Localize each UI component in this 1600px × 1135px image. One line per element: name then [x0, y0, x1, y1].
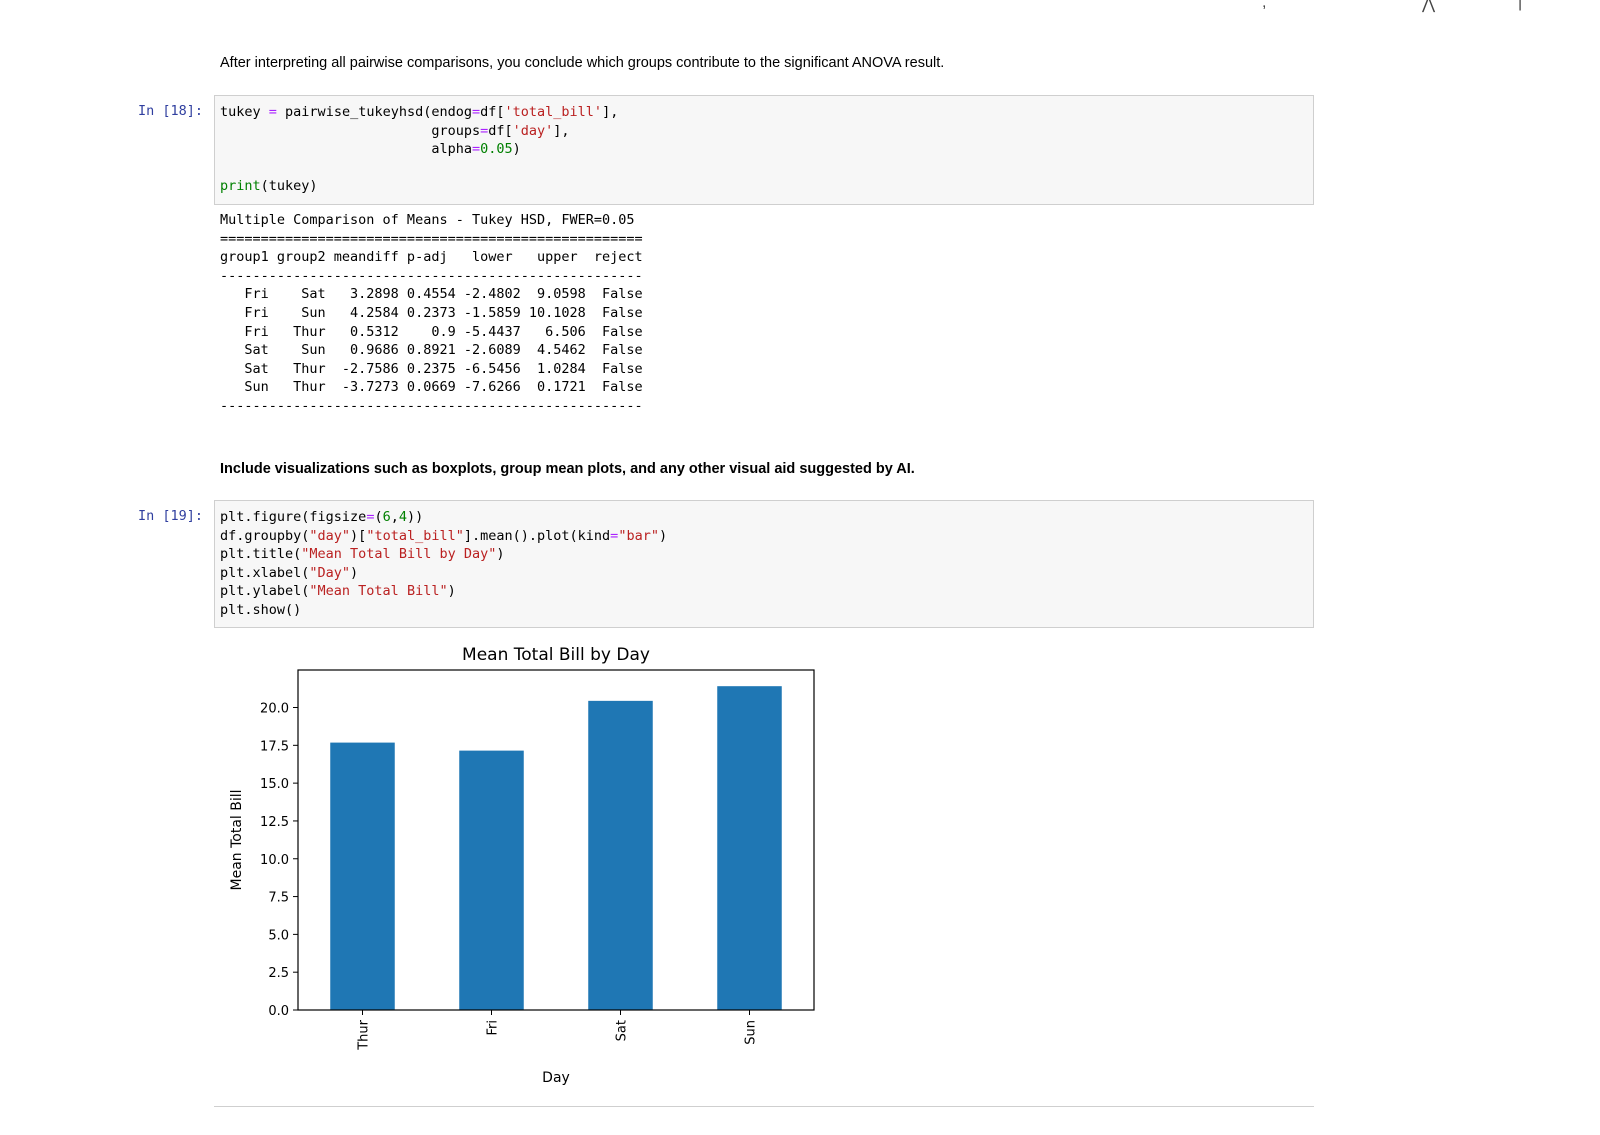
y-tick-label: 17.5	[260, 739, 289, 754]
toolbar-fragment-icon: ,	[1262, 0, 1267, 11]
bar-chart: Thur Fri Sat Sun 0.0 2.5 5.0 7.5 10.0 12.5 15.0 17.…	[229, 645, 815, 1086]
chart-bar-sat	[588, 700, 653, 1010]
chart-bar-sun	[717, 686, 782, 1010]
cell-separator	[214, 1106, 1314, 1107]
x-tick-label: Thur	[357, 1019, 372, 1050]
code-cell-18[interactable]: tukey = pairwise_tukeyhsd(endog=df['tota…	[214, 95, 1314, 205]
toolbar-fragment-icon: |	[1518, 0, 1523, 11]
x-tick-label: Sat	[615, 1020, 630, 1041]
y-tick-label: 10.0	[260, 853, 289, 868]
y-tick-label: 20.0	[260, 702, 289, 717]
y-tick-label: 15.0	[260, 777, 289, 792]
input-prompt-18: In [18]:	[138, 103, 204, 119]
y-tick-label: 12.5	[260, 815, 289, 830]
chart-bar-thur	[330, 742, 395, 1010]
y-tick-label: 0.0	[268, 1004, 289, 1019]
x-tick-label: Sun	[744, 1020, 759, 1045]
y-tick-label: 7.5	[268, 891, 289, 906]
markdown-cell-visualizations: Include visualizations such as boxplots,…	[220, 461, 915, 477]
toolbar-fragment-icon: ⋀	[1422, 0, 1436, 13]
x-tick-label: Fri	[486, 1020, 501, 1036]
output-tukey-table: Multiple Comparison of Means - Tukey HSD…	[220, 212, 643, 414]
code-editor-19[interactable]: plt.figure(figsize=(6,4)) df.groupby("da…	[220, 508, 667, 620]
markdown-cell-conclusion: After interpreting all pairwise comparis…	[220, 55, 945, 71]
y-tick-label: 2.5	[268, 966, 289, 981]
input-prompt-19: In [19]:	[138, 508, 204, 524]
x-axis-label: Day	[542, 1070, 570, 1086]
chart-title: Mean Total Bill by Day	[462, 645, 650, 665]
y-axis-label: Mean Total Bill	[229, 789, 245, 890]
y-tick-label: 5.0	[268, 928, 289, 943]
chart-bar-fri	[459, 750, 524, 1010]
code-editor-18[interactable]: tukey = pairwise_tukeyhsd(endog=df['tota…	[220, 103, 618, 196]
code-cell-19[interactable]: plt.figure(figsize=(6,4)) df.groupby("da…	[214, 500, 1314, 628]
